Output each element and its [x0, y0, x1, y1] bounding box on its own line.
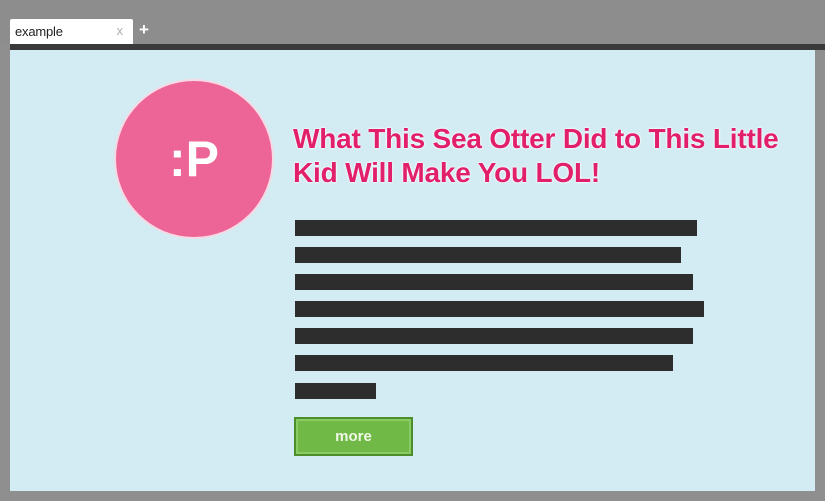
redacted-text-line — [295, 328, 693, 344]
tab-title: example — [15, 24, 63, 39]
close-tab-icon[interactable]: x — [117, 23, 124, 38]
headline[interactable]: What This Sea Otter Did to This Little K… — [293, 122, 813, 190]
redacted-text-line — [295, 301, 704, 317]
avatar: :P — [116, 81, 272, 237]
page-content: :P What This Sea Otter Did to This Littl… — [10, 50, 815, 491]
new-tab-icon[interactable]: + — [139, 20, 149, 40]
browser-window: example x + :P What This Sea Otter Did t… — [0, 0, 825, 501]
redacted-text-line — [295, 383, 376, 399]
tab-example[interactable]: example x — [10, 19, 133, 44]
redacted-text-line — [295, 355, 673, 371]
redacted-text-line — [295, 274, 693, 290]
redacted-text-line — [295, 220, 697, 236]
avatar-emoticon: :P — [169, 131, 219, 187]
tab-bar: example x + — [0, 0, 825, 44]
redacted-text-line — [295, 247, 681, 263]
more-button[interactable]: more — [294, 417, 413, 456]
